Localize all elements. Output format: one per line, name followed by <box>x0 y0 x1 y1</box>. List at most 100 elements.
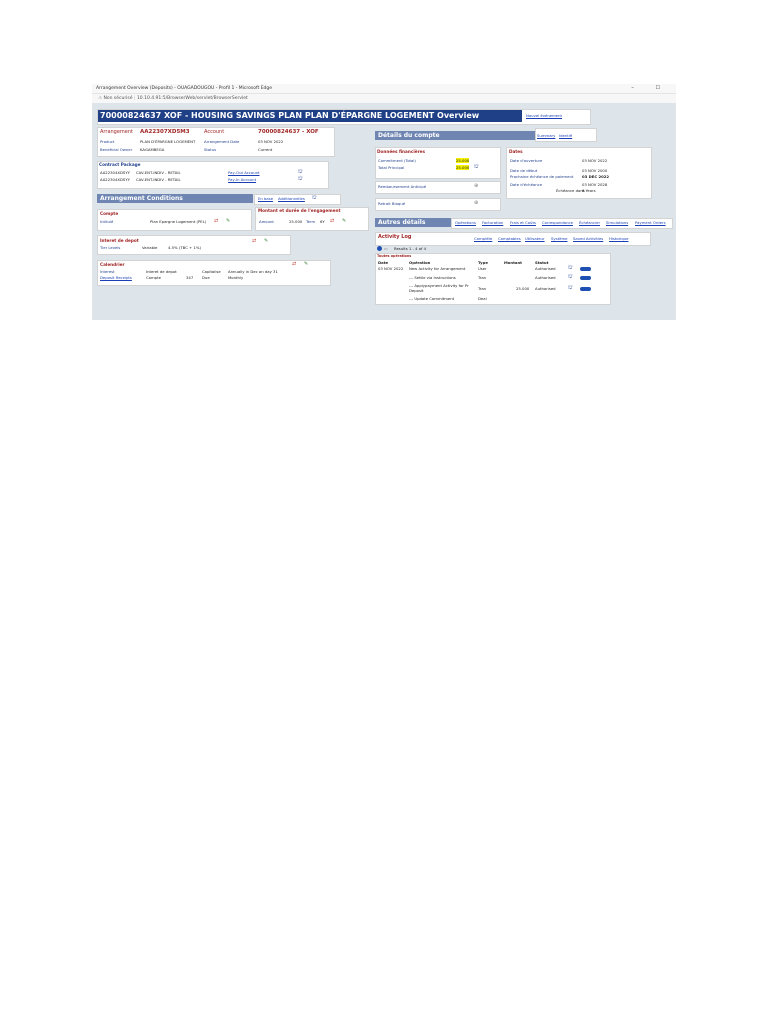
zoom-icon[interactable]: ⊕ <box>474 201 478 206</box>
zoom-icon[interactable]: ⊕ <box>474 184 478 189</box>
beneficial-owner-value: KAGAMBEGA <box>140 147 165 152</box>
calendrier-row-c3: Capitalise <box>202 269 221 274</box>
intitule-label: Intitulé <box>100 219 114 224</box>
arrangement-conditions-header: Arrangement Conditions <box>97 194 253 203</box>
product-label: Product <box>100 139 115 144</box>
contract-package-name-1: CAV-ENT-INDIV - RETAIL <box>136 170 181 175</box>
date-value: 03 DEC 2022 <box>582 174 610 179</box>
col-amount: Montant <box>504 260 522 265</box>
binoculars-icon[interactable]: ⛫ <box>568 275 573 280</box>
sync-icon[interactable]: ⇄ <box>252 239 256 244</box>
activity-filter-link[interactable]: Saved Activities <box>573 236 603 241</box>
arrangement-date-label: Arrangement Date <box>204 139 240 144</box>
arrangement-value: AA22307XD5M3 <box>140 129 190 135</box>
edit-icon[interactable]: ✎ <box>342 219 346 224</box>
calendrier-title: Calendrier <box>100 262 125 267</box>
commitment-value: 25.000 <box>456 158 470 163</box>
date-value: 03 NOV 2022 <box>582 158 608 163</box>
binoculars-icon[interactable]: ⛫ <box>568 266 573 271</box>
arrangement-date-value: 03 NOV 2022 <box>258 139 284 144</box>
status-label: Status <box>204 147 217 152</box>
calendrier-row-c4: Annually in Dec on day 31 <box>228 269 278 274</box>
sync-icon[interactable]: ⇄ <box>292 262 296 267</box>
intitule-value: Plan Epargne Logement (PEL) <box>150 219 207 224</box>
pay-in-account-link[interactable]: Pay-In Account <box>228 177 256 182</box>
new-event-link[interactable]: Nouvel événement <box>526 113 562 118</box>
col-date: Date <box>378 260 389 265</box>
frais-couts-link[interactable]: Frais et Coûts <box>510 220 536 225</box>
url-text[interactable]: 10.10.4.91:5/BrowserWeb/servlet/BrowserS… <box>137 96 248 101</box>
binoculars-icon[interactable]: ⛫ <box>298 177 303 182</box>
results-count: Results 1 - 4 of 4 <box>394 246 427 251</box>
row-type: Deal <box>478 296 487 301</box>
window-titlebar: Arrangement Overview (Deposits) - OUAGAD… <box>92 84 676 94</box>
arrangement-label: Arrangement <box>100 129 134 135</box>
date-label: Date de début <box>510 168 538 173</box>
window-title: Arrangement Overview (Deposits) - OUAGAD… <box>96 86 273 91</box>
simulations-link[interactable]: Simulations <box>606 220 628 225</box>
activity-filter-link[interactable]: Utilisateur <box>525 236 545 241</box>
edit-icon[interactable]: ✎ <box>264 239 268 244</box>
details-compte-header: Détails du compte <box>375 131 536 140</box>
row-amount: 25.000 <box>516 286 530 291</box>
product-value: PLAN D'ÉPARGNE LOGEMENT <box>140 139 196 144</box>
edit-icon[interactable]: ✎ <box>304 262 308 267</box>
echeancier-link[interactable]: Échéancier <box>579 220 600 225</box>
date-label: Date d'ouverture <box>510 158 543 163</box>
row-status: Authorised <box>535 286 556 291</box>
commitment-label: Commitment (Total) <box>378 158 416 163</box>
binoculars-icon[interactable]: ⛫ <box>312 196 317 201</box>
refresh-icon[interactable] <box>377 246 382 251</box>
autres-details-header: Autres détails <box>375 218 452 227</box>
summary-link[interactable]: Summary <box>537 133 555 138</box>
browser-screenshot: Arrangement Overview (Deposits) - OUAGAD… <box>92 84 676 320</box>
activity-filter-link[interactable]: Comptables <box>498 236 521 241</box>
action-pill-button[interactable] <box>580 276 591 280</box>
contract-package-code-2: AA22304XDSYY <box>100 177 130 182</box>
export-icon[interactable]: ▭ <box>384 246 388 251</box>
account-label: Account <box>204 129 225 135</box>
activity-filter-link[interactable]: Complète <box>474 236 492 241</box>
action-pill-button[interactable] <box>580 287 591 291</box>
sync-icon[interactable]: ⇄ <box>330 219 334 224</box>
date-label: Échéance dans <box>556 188 585 193</box>
row-date: 03 NOV 2022 <box>378 266 404 271</box>
status-value: Current <box>258 147 273 152</box>
sync-icon[interactable]: ⇄ <box>214 219 218 224</box>
col-status: Statut <box>535 260 549 265</box>
activity-filter-link[interactable]: Historique <box>609 236 628 241</box>
facturation-link[interactable]: Facturation <box>482 220 503 225</box>
amount-label: Amount <box>259 219 274 224</box>
deposit-receipts-link[interactable]: Deposit Receipts <box>100 275 132 280</box>
binoculars-icon[interactable]: ⛫ <box>474 165 479 170</box>
binoculars-icon[interactable]: ⛫ <box>298 170 303 175</box>
operations-link[interactable]: Opérations <box>455 220 476 225</box>
calendrier-row-c1: Compte <box>146 275 161 280</box>
row-operation: --- Settle via Instructions <box>409 275 456 280</box>
window-controls[interactable]: – ☐ <box>631 84 670 93</box>
additionnelles-link[interactable]: Additionnelles <box>278 196 305 201</box>
interet-depot-title: Interet de depot <box>100 238 139 243</box>
date-label: Prochaine échéance de paiement <box>510 174 574 179</box>
en-base-link[interactable]: En base <box>258 196 273 201</box>
row-status: Authorised <box>535 266 556 271</box>
binoculars-icon[interactable]: ⛫ <box>568 286 573 291</box>
amount-value: 25.000 <box>289 219 303 224</box>
activity-section-title: Toutes opérations <box>377 254 412 258</box>
row-operation: --- Applypayment Activity for Pr Deposit <box>409 283 469 293</box>
remboursement-label: Remboursement Anticipé <box>378 184 427 189</box>
payment-orders-link[interactable]: Payment Orders <box>635 220 666 225</box>
principal-value: 25.000 <box>456 165 470 170</box>
montant-duree-title: Montant et durée de l'engagement <box>258 208 341 213</box>
activity-filter-link[interactable]: Système <box>551 236 568 241</box>
retrait-label: Retrait Bloqué <box>378 201 406 206</box>
identifi-link[interactable]: Identifi <box>559 133 572 138</box>
donnees-financieres-title: Données financières <box>377 149 425 154</box>
row-status: Authorised <box>535 275 556 280</box>
action-pill-button[interactable] <box>580 267 591 271</box>
calendrier-row-c4: Monthly <box>228 275 244 280</box>
pay-out-account-link[interactable]: Pay-Out Account <box>228 170 260 175</box>
edit-icon[interactable]: ✎ <box>226 219 230 224</box>
correspondance-link[interactable]: Correspondance <box>542 220 573 225</box>
account-value: 70000824637 - XOF <box>258 129 319 135</box>
